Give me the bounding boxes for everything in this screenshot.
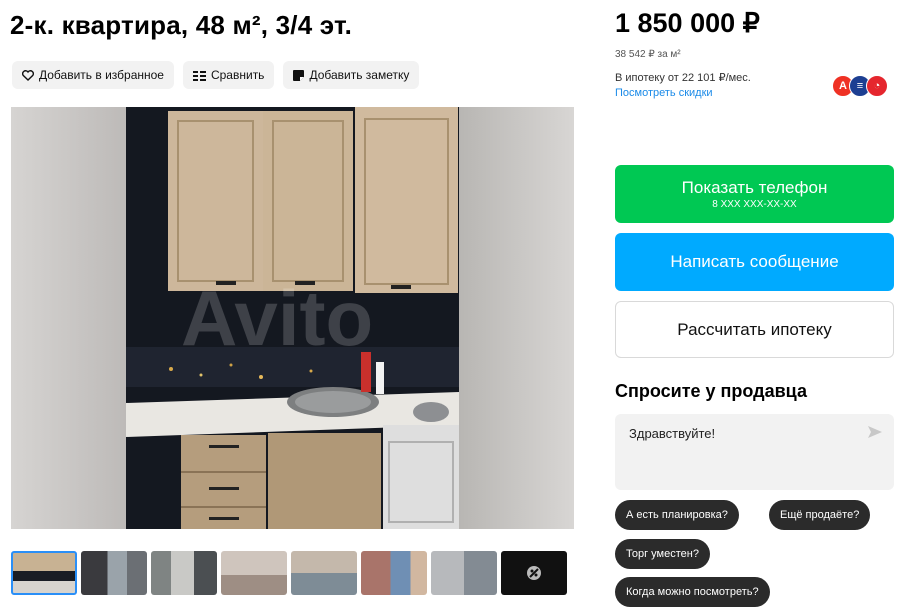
mortgage-info: В ипотеку от 22 101 ₽/мес. <box>615 72 751 84</box>
note-icon <box>293 69 305 81</box>
kitchen-photo: Avito <box>11 107 574 529</box>
ask-seller-title: Спросите у продавца <box>615 381 807 401</box>
more-photos-button[interactable] <box>501 551 567 595</box>
compare-label: Сравнить <box>210 68 265 82</box>
thumbnail-4[interactable] <box>221 551 287 595</box>
quick-question-chip[interactable]: Торг уместен? <box>615 539 710 569</box>
quick-question-chip[interactable]: Когда можно посмотреть? <box>615 577 770 607</box>
listing-title: 2-к. квартира, 48 м², 3/4 эт. <box>10 10 353 40</box>
add-note-label: Добавить заметку <box>309 68 410 82</box>
thumbnail-6[interactable] <box>361 551 427 595</box>
price: 1 850 000 ₽ <box>615 8 760 38</box>
thumbnail-1[interactable] <box>11 551 77 595</box>
avito-watermark: Avito <box>181 274 373 362</box>
quick-question-chip[interactable]: А есть планировка? <box>615 500 739 530</box>
price-per-m2: 38 542 ₽ за м² <box>615 49 681 60</box>
message-input[interactable]: Здравствуйте! <box>615 414 894 490</box>
calculate-mortgage-button[interactable]: Рассчитать ипотеку <box>615 301 894 358</box>
show-phone-button[interactable]: Показать телефон 8 XXX XXX-XX-XX <box>615 165 894 223</box>
bank-logos: А ≡ ◔ <box>832 75 888 97</box>
compare-icon <box>192 70 206 81</box>
send-icon[interactable] <box>868 426 882 438</box>
show-phone-label: Показать телефон <box>681 178 828 197</box>
thumbnail-7[interactable] <box>431 551 497 595</box>
add-to-favorites-button[interactable]: Добавить в избранное <box>12 61 174 89</box>
heart-icon <box>22 69 34 81</box>
phone-mask: 8 XXX XXX-XX-XX <box>712 199 797 210</box>
message-input-value: Здравствуйте! <box>629 426 716 441</box>
thumbnail-strip <box>11 551 567 595</box>
compare-button[interactable]: Сравнить <box>182 61 275 89</box>
thumbnail-2[interactable] <box>81 551 147 595</box>
add-to-favorites-label: Добавить в избранное <box>39 68 164 82</box>
listing-actions: Добавить в избранное Сравнить Добавить з… <box>12 61 420 89</box>
write-message-button[interactable]: Написать сообщение <box>615 233 894 291</box>
thumbnail-3[interactable] <box>151 551 217 595</box>
main-photo[interactable]: Avito <box>11 107 574 529</box>
see-discounts-link[interactable]: Посмотреть скидки <box>615 87 713 99</box>
quick-question-chip[interactable]: Ещё продаёте? <box>769 500 871 530</box>
bank-logo-icon-2: ◔ <box>866 75 888 97</box>
more-photos-icon <box>527 566 541 580</box>
thumbnail-5[interactable] <box>291 551 357 595</box>
add-note-button[interactable]: Добавить заметку <box>283 61 420 89</box>
